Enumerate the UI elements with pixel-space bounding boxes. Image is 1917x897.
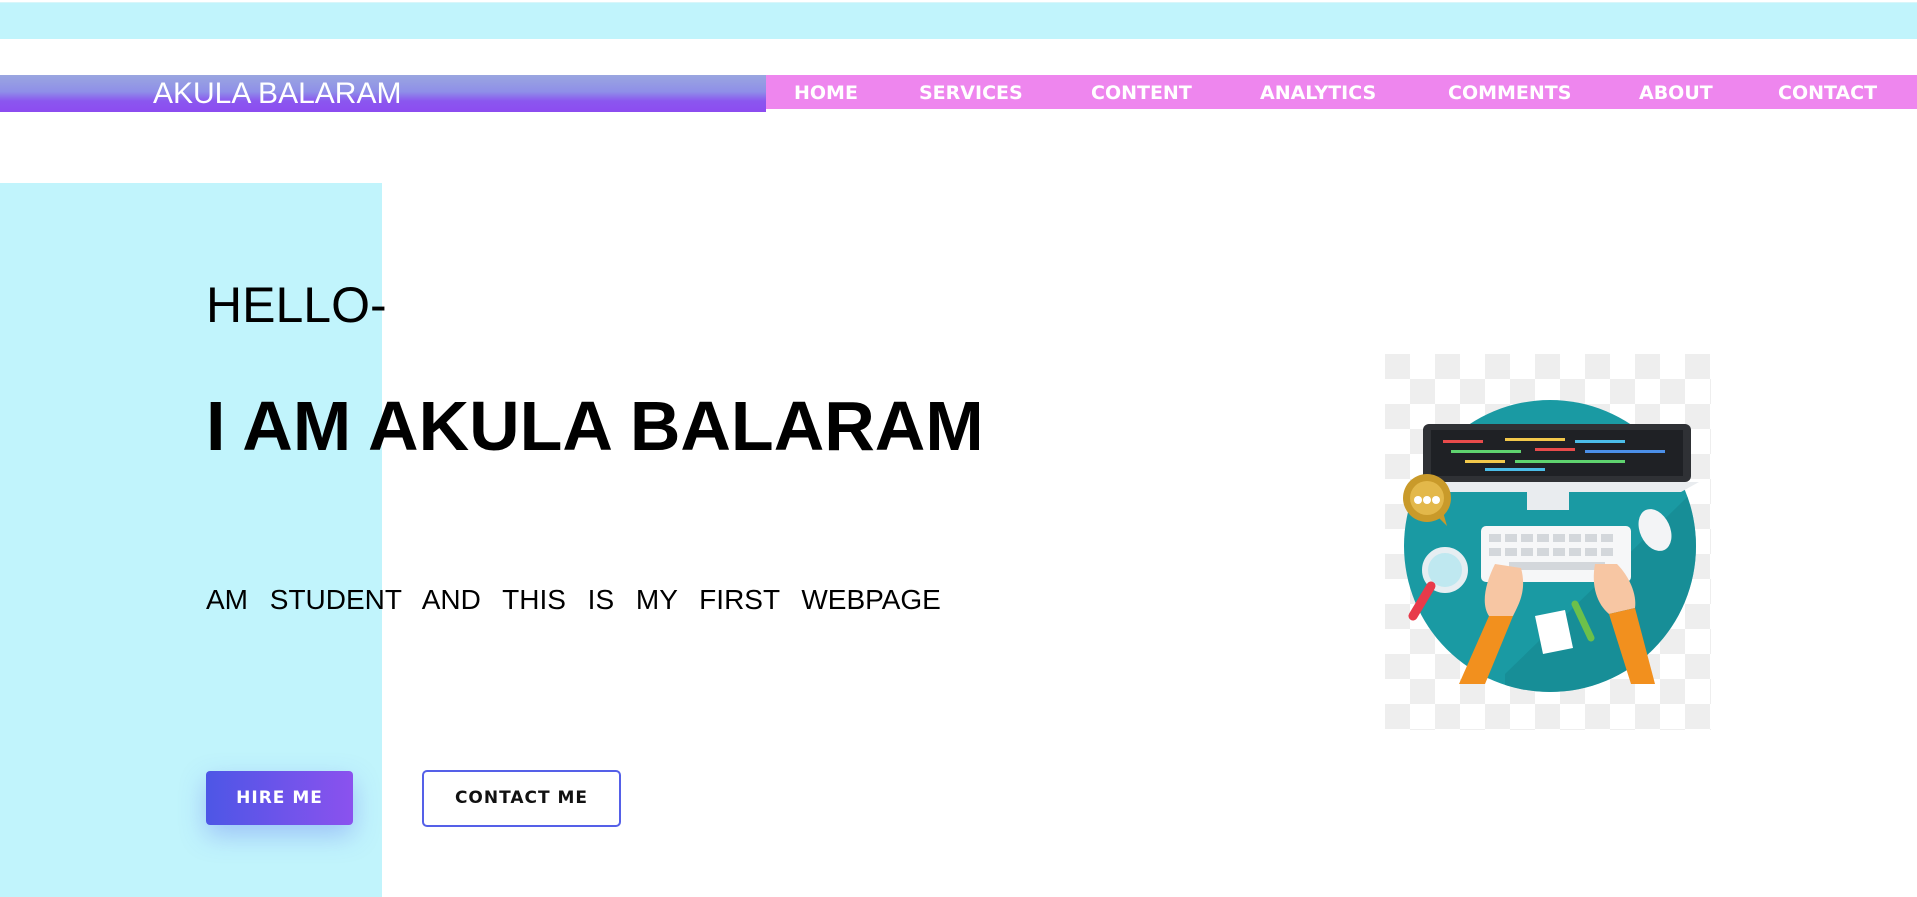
contact-me-button[interactable]: CONTACT ME [422, 770, 621, 827]
nav-analytics[interactable]: ANALYTICS [1260, 75, 1376, 109]
hero-greeting: HELLO- [206, 277, 387, 333]
nav-about[interactable]: ABOUT [1639, 75, 1713, 109]
developer-desk-icon [1385, 354, 1711, 730]
main-nav: HOME SERVICES CONTENT ANALYTICS COMMENTS… [766, 75, 1917, 109]
nav-comments[interactable]: COMMENTS [1448, 75, 1571, 109]
nav-contact[interactable]: CONTACT [1778, 75, 1877, 109]
hero-tagline: AM STUDENT AND THIS IS MY FIRST WEBPAGE [206, 584, 941, 615]
hire-me-button[interactable]: HIRE ME [206, 771, 353, 825]
nav-home[interactable]: HOME [794, 75, 858, 109]
site-title[interactable]: AKULA BALARAM [153, 76, 401, 112]
top-strip [0, 2, 1917, 39]
nav-services[interactable]: SERVICES [919, 75, 1023, 109]
hero-headline: I AM AKULA BALARAM [206, 387, 984, 465]
nav-content[interactable]: CONTENT [1091, 75, 1192, 109]
